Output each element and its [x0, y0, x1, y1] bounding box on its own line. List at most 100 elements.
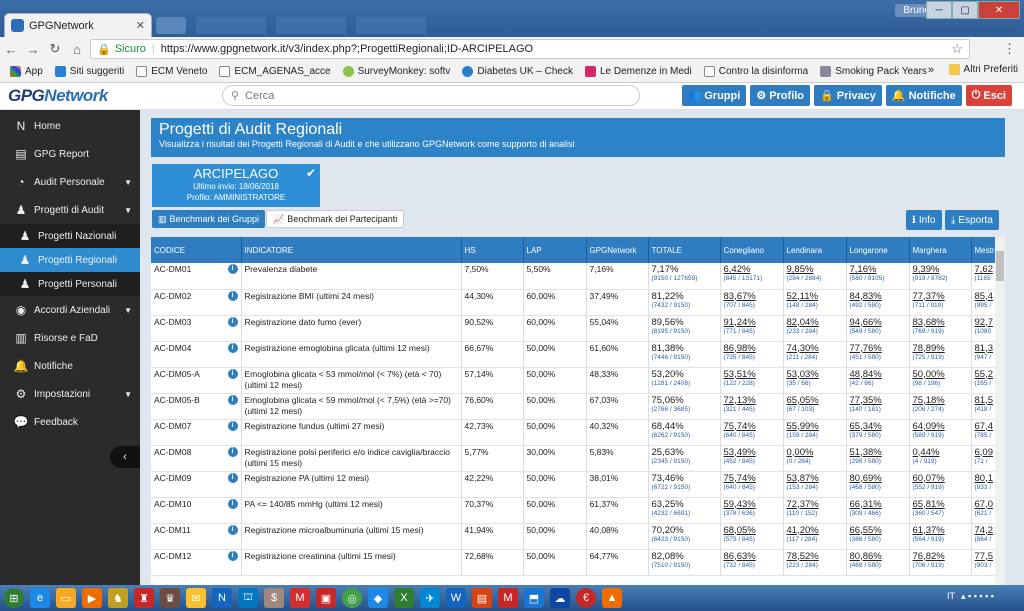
other-bookmarks[interactable]: Altri Preferiti	[948, 64, 1018, 75]
ie-icon[interactable]: e	[30, 588, 50, 608]
info-icon[interactable]: i	[227, 368, 238, 379]
group-cell[interactable]: 6,42% (845 / 13171)	[720, 263, 784, 290]
group-cell[interactable]: 91,24% (771 / 845)	[720, 315, 784, 342]
group-cell[interactable]: 51,38% (298 / 580)	[846, 445, 910, 472]
group-cell[interactable]: 53,51% (122 / 228)	[720, 367, 784, 394]
info-icon[interactable]: i	[227, 394, 238, 405]
info-icon[interactable]: i	[227, 264, 238, 274]
group-cell[interactable]: 86,98% (735 / 845)	[720, 341, 784, 368]
group-cell[interactable]: 80,69% (468 / 580)	[846, 471, 910, 498]
group-cell[interactable]: 72,13% (321 / 445)	[720, 393, 784, 420]
group-cell[interactable]: 72,37% (110 / 152)	[783, 497, 847, 524]
group-cell[interactable]: 74,30% (211 / 284)	[783, 341, 847, 368]
group-cell[interactable]: 82,04% (233 / 284)	[783, 315, 847, 342]
project-card[interactable]: ARCIPELAGO Ultimo invio: 18/06/2018 Prof…	[152, 164, 320, 207]
info-icon[interactable]: i	[227, 524, 238, 535]
bookmark-item[interactable]: ECM Veneto	[136, 66, 207, 77]
app-icon[interactable]: ♜	[134, 588, 154, 608]
bookmark-item[interactable]: SurveyMonkey: softv	[342, 66, 450, 77]
app-icon[interactable]: ☁	[550, 588, 570, 608]
info-button[interactable]: ℹ Info	[906, 210, 942, 230]
info-icon[interactable]: i	[227, 290, 238, 301]
word-icon[interactable]: W	[446, 588, 466, 608]
app-icon[interactable]: ♛	[160, 588, 180, 608]
sidebar-item-notifiche[interactable]: 🔔 Notifiche	[0, 352, 140, 380]
url-field[interactable]: 🔒 Sicuro | https://www.gpgnetwork.it/v3/…	[90, 39, 970, 59]
vlc-icon[interactable]: ▲	[602, 588, 622, 608]
exit-button[interactable]: ⏻ Esci	[965, 85, 1012, 106]
tab-benchmark-partecipanti[interactable]: 📈 Benchmark dei Partecipanti	[266, 210, 405, 228]
back-icon[interactable]: ←	[0, 42, 22, 57]
group-cell[interactable]: 86,63% (732 / 845)	[720, 549, 784, 576]
app-icon[interactable]: ✈	[420, 588, 440, 608]
profile-button[interactable]: ⚙ Profilo	[750, 85, 811, 106]
chrome-icon[interactable]: ◎	[342, 588, 362, 608]
app-icon[interactable]: M	[498, 588, 518, 608]
group-cell[interactable]: 65,05% (67 / 103)	[783, 393, 847, 420]
app-icon[interactable]: ✉	[186, 588, 206, 608]
group-cell[interactable]: 61,37% (564 / 919)	[909, 523, 972, 550]
privacy-button[interactable]: 🔒 Privacy	[814, 85, 882, 106]
group-cell[interactable]: 78,52% (223 / 284)	[783, 549, 847, 576]
bookmark-item[interactable]: ECM_AGENAS_acce	[219, 66, 331, 77]
sidebar-item-impostazioni[interactable]: ⚙ Impostazioni ▼	[0, 380, 140, 408]
sidebar-item-risorse-fad[interactable]: ▥ Risorse e FaD	[0, 324, 140, 352]
gpgnetwork-logo[interactable]: GPGNetwork	[8, 86, 108, 106]
bookmark-item[interactable]: Siti suggeriti	[54, 66, 124, 77]
browser-menu-icon[interactable]: ⋮	[1003, 41, 1016, 57]
group-cell[interactable]: 48,84% (42 / 86)	[846, 367, 910, 394]
app-icon[interactable]: M	[290, 588, 310, 608]
dropbox-icon[interactable]: ◆	[368, 588, 388, 608]
group-cell[interactable]: 94,66% (549 / 580)	[846, 315, 910, 342]
notifications-button[interactable]: 🔔 Notifiche	[885, 85, 962, 106]
bookmark-item[interactable]: App	[10, 66, 43, 77]
group-cell[interactable]: 75,74% (640 / 845)	[720, 419, 784, 446]
sidebar-item-progetti-audit[interactable]: ♟ Progetti di Audit ▼	[0, 196, 140, 224]
folder-icon[interactable]: ▭	[56, 588, 76, 608]
app-icon[interactable]: ▣	[316, 588, 336, 608]
group-cell[interactable]: 55,99% (159 / 284)	[783, 419, 847, 446]
group-cell[interactable]: 66,31% (309 / 466)	[846, 497, 910, 524]
background-tab[interactable]	[196, 17, 266, 34]
column-header[interactable]: Longarone	[846, 237, 910, 263]
column-header[interactable]: GPGNetwork	[586, 237, 649, 263]
info-icon[interactable]: i	[227, 498, 238, 509]
scrollbar-thumb[interactable]	[996, 251, 1004, 281]
column-header[interactable]: Marghera	[909, 237, 972, 263]
group-cell[interactable]: 9,85% (284 / 2884)	[783, 263, 847, 290]
group-cell[interactable]: 0,00% (0 / 284)	[783, 445, 847, 472]
sidebar-item-progetti-nazionali[interactable]: ♟ Progetti Nazionali	[0, 224, 140, 248]
info-icon[interactable]: i	[227, 420, 238, 431]
app-icon[interactable]: €	[576, 588, 596, 608]
table-scrollbar[interactable]	[995, 237, 1005, 585]
group-cell[interactable]: 76,82% (706 / 919)	[909, 549, 972, 576]
group-cell[interactable]: 65,34% (379 / 580)	[846, 419, 910, 446]
app-icon[interactable]: $	[264, 588, 284, 608]
start-icon[interactable]: ⊞	[4, 588, 24, 608]
column-header[interactable]: INDICATORE	[241, 237, 462, 263]
group-cell[interactable]: 77,37% (711 / 919)	[909, 289, 972, 316]
column-header[interactable]: TOTALE	[648, 237, 721, 263]
close-window-icon[interactable]: ✕	[978, 1, 1020, 19]
tab-benchmark-gruppi[interactable]: ▥ Benchmark dei Gruppi	[152, 210, 266, 228]
group-cell[interactable]: 53,03% (35 / 66)	[783, 367, 847, 394]
group-cell[interactable]: 52,11% (148 / 284)	[783, 289, 847, 316]
column-header[interactable]: CODICE	[151, 237, 242, 263]
group-cell[interactable]: 50,00% (98 / 196)	[909, 367, 972, 394]
bookmark-item[interactable]: Contro la disinforma	[703, 66, 808, 77]
maximize-icon[interactable]: ▢	[952, 1, 978, 19]
app-icon[interactable]: ▤	[472, 588, 492, 608]
group-cell[interactable]: 53,87% (153 / 284)	[783, 471, 847, 498]
close-tab-icon[interactable]: ✕	[136, 19, 145, 32]
app-icon[interactable]: ⛫	[238, 588, 258, 608]
forward-icon[interactable]: →	[22, 42, 44, 57]
background-tab[interactable]	[276, 17, 346, 34]
sidebar-item-audit-personale[interactable]: ◔ Audit Personale ▼	[0, 168, 140, 196]
minimize-icon[interactable]: ─	[926, 1, 952, 19]
info-icon[interactable]: i	[227, 342, 238, 353]
group-cell[interactable]: 78,89% (725 / 919)	[909, 341, 972, 368]
bookmark-item[interactable]: Le Demenze in Medi	[585, 66, 692, 77]
bookmark-item[interactable]: Smoking Pack Years	[820, 66, 927, 77]
home-icon[interactable]: ⌂	[66, 42, 88, 57]
info-icon[interactable]: i	[227, 550, 238, 561]
